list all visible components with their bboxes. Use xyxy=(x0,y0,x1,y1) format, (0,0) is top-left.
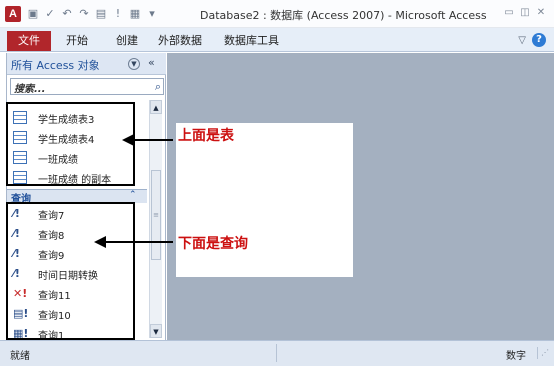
undo-icon[interactable]: ↶ xyxy=(60,7,74,21)
customize-icon[interactable]: ▾ xyxy=(145,7,159,21)
tab-create[interactable]: 创建 xyxy=(116,31,138,51)
queries-group-header[interactable]: 查询 ⌃ xyxy=(7,189,147,205)
tab-external-data[interactable]: 外部数据 xyxy=(158,31,202,51)
minimize-icon[interactable]: ▭ xyxy=(502,6,516,20)
quick-access-toolbar: ▣ ✓ ↶ ↷ ▤ ! ▦ ▾ xyxy=(26,7,159,21)
window-title: Database2 : 数据库 (Access 2007) - Microsof… xyxy=(200,9,487,22)
ribbon-tabs: 文件 开始 创建 外部数据 数据库工具 ▽ ? xyxy=(0,28,554,52)
search-input[interactable]: 搜索... ⌕ xyxy=(10,78,164,95)
queries-highlight-box xyxy=(6,202,135,340)
status-text: 就绪 xyxy=(10,351,30,362)
minimize-ribbon-icon[interactable]: ▽ xyxy=(518,35,526,46)
access-app-icon[interactable]: A xyxy=(5,6,21,22)
save-icon[interactable]: ▣ xyxy=(26,7,40,21)
scroll-thumb[interactable]: ≡ xyxy=(151,170,161,260)
nav-pane-header[interactable]: 所有 Access 对象 ▼ « xyxy=(7,53,166,75)
tables-annotation-label: 上面是表 xyxy=(178,128,234,144)
ribbon-right-controls: ▽ ? xyxy=(518,33,546,47)
num-lock-indicator: 数字 xyxy=(506,351,526,362)
view-icon[interactable]: ▤ xyxy=(94,7,108,21)
table-icon[interactable]: ▦ xyxy=(128,7,142,21)
search-placeholder: 搜索... xyxy=(14,84,46,95)
scroll-down-icon[interactable]: ▼ xyxy=(150,324,162,338)
nav-scrollbar[interactable]: ▲ ≡ ▼ xyxy=(149,100,162,338)
checkmark-icon[interactable]: ✓ xyxy=(43,7,57,21)
run-icon[interactable]: ! xyxy=(111,7,125,21)
restore-icon[interactable]: ◫ xyxy=(518,6,532,20)
tab-home[interactable]: 开始 xyxy=(66,31,88,51)
status-bar: 就绪 数字 ⋰ xyxy=(0,340,554,366)
annotation-panel xyxy=(176,123,353,277)
title-bar: A ▣ ✓ ↶ ↷ ▤ ! ▦ ▾ Database2 : 数据库 (Acces… xyxy=(0,0,554,28)
workspace xyxy=(167,53,554,340)
tab-database-tools[interactable]: 数据库工具 xyxy=(224,31,279,51)
tab-file[interactable]: 文件 xyxy=(7,31,51,51)
status-divider xyxy=(276,344,277,362)
nav-pane-title: 所有 Access 对象 xyxy=(11,59,100,72)
chevron-down-icon[interactable]: ▼ xyxy=(128,58,140,70)
scroll-up-icon[interactable]: ▲ xyxy=(150,100,162,114)
chevron-up-icon[interactable]: ⌃ xyxy=(129,190,137,200)
tables-highlight-box xyxy=(6,102,135,186)
redo-icon[interactable]: ↷ xyxy=(77,7,91,21)
help-icon[interactable]: ? xyxy=(532,33,546,47)
collapse-pane-icon[interactable]: « xyxy=(148,56,155,69)
resize-grip-icon[interactable]: ⋰ xyxy=(537,347,549,359)
close-icon[interactable]: ✕ xyxy=(534,6,548,20)
queries-annotation-label: 下面是查询 xyxy=(178,236,248,252)
window-controls: ▭ ◫ ✕ xyxy=(502,6,548,20)
search-icon[interactable]: ⌕ xyxy=(155,80,161,94)
